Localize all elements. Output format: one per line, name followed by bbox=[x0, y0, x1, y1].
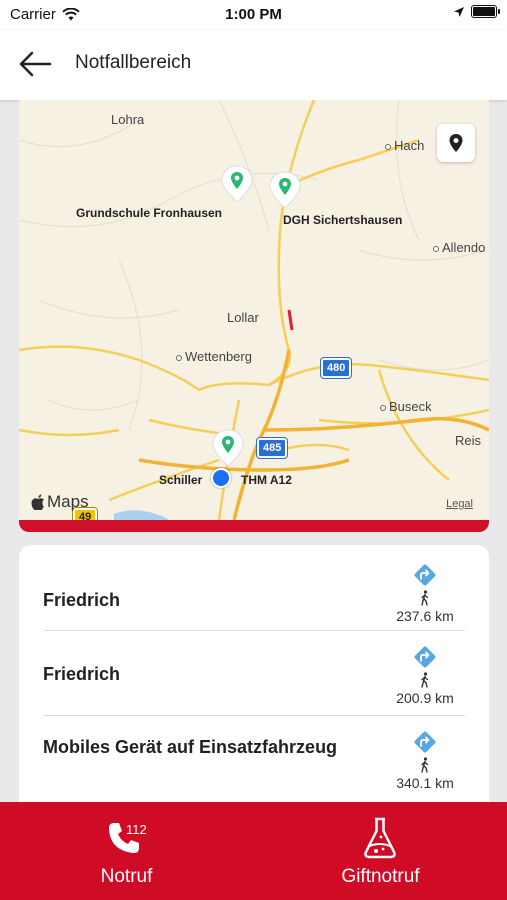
status-bar: Carrier 1:00 PM bbox=[0, 0, 507, 30]
map-pin-dgh[interactable] bbox=[268, 170, 302, 210]
map-view[interactable]: Lohra Hach Grundschule Fronhausen DGH Si… bbox=[19, 100, 489, 532]
map-label-schiller: Schiller bbox=[159, 473, 203, 487]
list-item[interactable]: Friedrich 237.6 km bbox=[43, 557, 465, 631]
status-right bbox=[453, 5, 500, 18]
list-item-distance: 200.9 km bbox=[396, 690, 454, 706]
locate-me-button[interactable] bbox=[437, 124, 475, 162]
arrow-left-icon bbox=[19, 51, 52, 77]
maps-logo: Maps bbox=[31, 492, 89, 512]
directions-icon[interactable] bbox=[412, 644, 438, 670]
list-item-distance: 237.6 km bbox=[396, 608, 454, 624]
tab-giftnotruf-label: Giftnotruf bbox=[341, 866, 420, 887]
map-label-wettenberg: Wettenberg bbox=[176, 349, 252, 364]
apple-logo-icon bbox=[31, 494, 44, 510]
highway-shield-485: 485 bbox=[257, 438, 288, 458]
map-label-reis: Reis bbox=[455, 433, 482, 448]
user-location-dot bbox=[211, 468, 231, 488]
location-arrow-icon bbox=[454, 6, 464, 17]
back-button[interactable] bbox=[18, 48, 58, 80]
list-item[interactable]: Friedrich 200.9 km bbox=[43, 631, 465, 716]
map-label-allendorf: Allendo bbox=[433, 240, 485, 255]
map-label-hach: Hach bbox=[385, 138, 424, 153]
map-label-buseck: Buseck bbox=[380, 399, 432, 414]
flask-icon bbox=[364, 817, 396, 859]
directions-icon[interactable] bbox=[412, 729, 438, 755]
directions-icon[interactable] bbox=[412, 562, 438, 588]
map-pin-thm[interactable] bbox=[211, 428, 245, 468]
app-header: Notfallbereich bbox=[0, 30, 507, 100]
list-item[interactable]: Mobiles Gerät auf Einsatzfahrzeug 340.1 … bbox=[43, 716, 465, 806]
walking-icon bbox=[421, 757, 429, 773]
tab-giftnotruf[interactable]: Giftnotruf bbox=[254, 802, 507, 900]
map-label-lohra: Lohra bbox=[111, 112, 145, 127]
emergency-list: Friedrich 237.6 km Friedrich 200.9 km Mo… bbox=[19, 545, 489, 815]
status-time: 1:00 PM bbox=[225, 6, 282, 23]
list-item-distance-group: 200.9 km bbox=[385, 644, 465, 706]
tab-notruf-label: Notruf bbox=[100, 866, 153, 887]
map-label-thm: THM A12 bbox=[241, 473, 292, 487]
tab-notruf[interactable]: 112 Notruf bbox=[0, 802, 253, 900]
list-item-name: Mobiles Gerät auf Einsatzfahrzeug bbox=[43, 737, 338, 757]
location-pin-icon bbox=[221, 165, 253, 203]
bottom-nav: 112 Notruf Giftnotruf bbox=[0, 802, 507, 900]
list-item-distance-group: 340.1 km bbox=[385, 729, 465, 791]
location-pin-icon bbox=[212, 429, 244, 467]
map-label-grundschule: Grundschule Fronhausen bbox=[76, 206, 223, 220]
walking-icon bbox=[421, 590, 429, 606]
map-label-lollar: Lollar bbox=[227, 310, 259, 325]
walking-icon bbox=[421, 672, 429, 688]
list-item-distance: 340.1 km bbox=[396, 775, 454, 791]
list-item-distance-group: 237.6 km bbox=[385, 562, 465, 624]
map-pin-grundschule[interactable] bbox=[220, 164, 254, 204]
page-title: Notfallbereich bbox=[75, 52, 192, 73]
map-label-dgh: DGH Sichertshausen bbox=[283, 213, 403, 227]
list-item-name: Friedrich bbox=[43, 664, 121, 684]
list-item-name: Friedrich bbox=[43, 590, 121, 610]
location-pin-icon bbox=[269, 171, 301, 209]
battery-icon bbox=[471, 5, 500, 18]
highway-shield-480: 480 bbox=[321, 358, 352, 378]
map-legal-link[interactable]: Legal bbox=[446, 498, 473, 510]
location-pin-icon bbox=[449, 134, 463, 152]
notruf-badge: 112 bbox=[126, 822, 147, 837]
